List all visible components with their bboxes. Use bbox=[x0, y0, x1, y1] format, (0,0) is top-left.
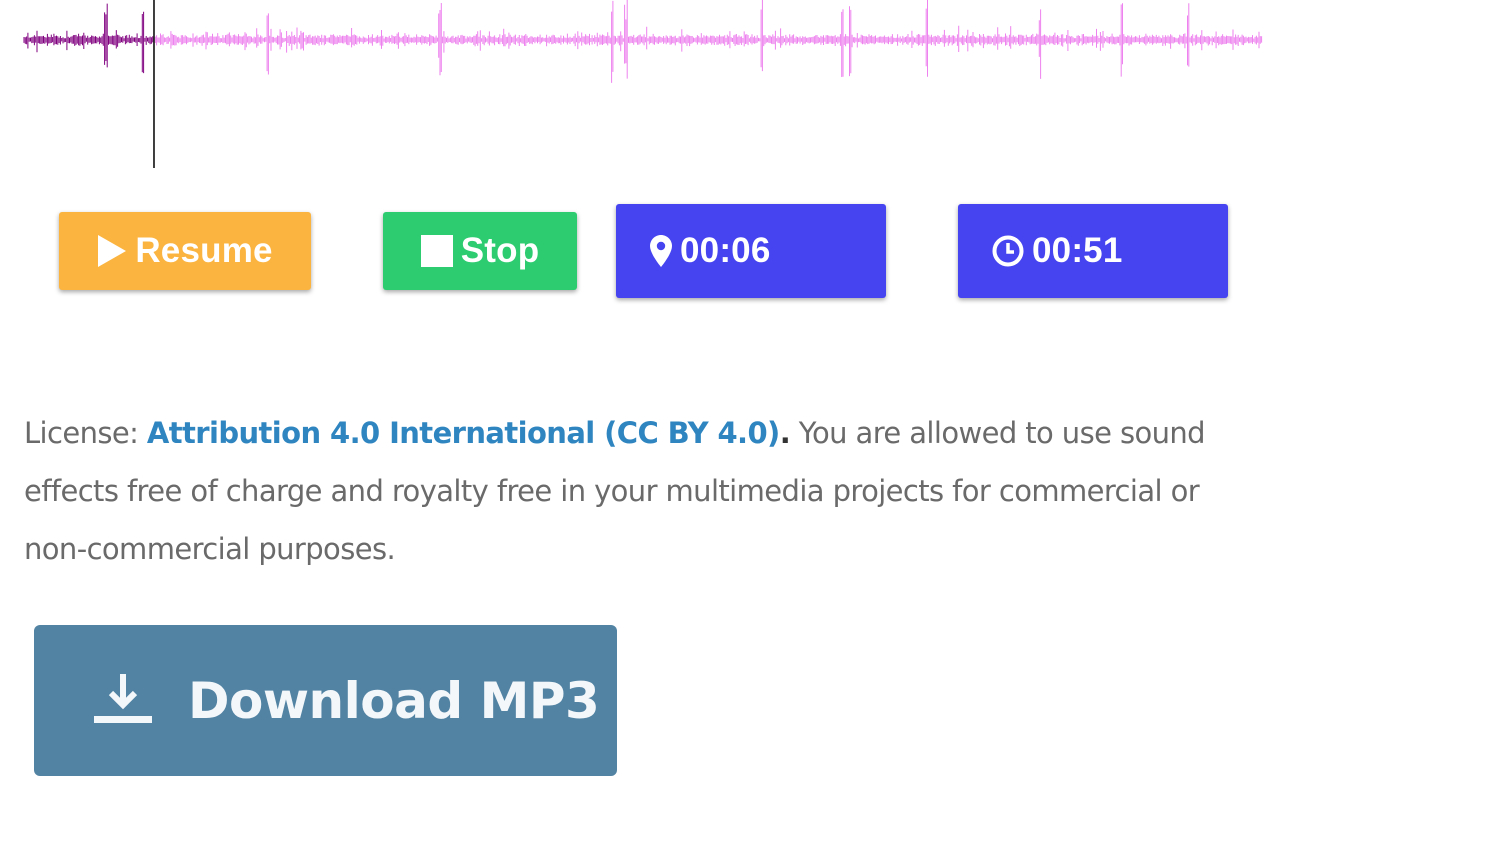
resume-button[interactable]: Resume bbox=[59, 212, 311, 290]
waveform-unplayed bbox=[153, 0, 1263, 83]
stop-label: Stop bbox=[460, 231, 540, 270]
license-text: License: Attribution 4.0 International (… bbox=[24, 404, 1264, 578]
stop-icon bbox=[420, 235, 453, 267]
download-mp3-button[interactable]: Download MP3 bbox=[34, 625, 617, 776]
license-dot: . bbox=[779, 416, 791, 450]
total-duration: 00:51 bbox=[958, 204, 1228, 298]
position-time: 00:06 bbox=[680, 231, 771, 270]
current-position: 00:06 bbox=[616, 204, 886, 298]
audio-waveform[interactable] bbox=[0, 0, 1280, 170]
play-icon bbox=[97, 235, 127, 267]
stop-button[interactable]: Stop bbox=[383, 212, 577, 290]
waveform-played bbox=[23, 3, 154, 74]
resume-label: Resume bbox=[135, 231, 273, 270]
clock-icon bbox=[992, 235, 1024, 267]
duration-time: 00:51 bbox=[1032, 231, 1123, 270]
download-label: Download MP3 bbox=[188, 671, 600, 730]
license-link[interactable]: Attribution 4.0 International (CC BY 4.0… bbox=[147, 416, 780, 450]
download-icon bbox=[94, 673, 152, 728]
map-marker-icon bbox=[650, 235, 672, 267]
license-prefix: License: bbox=[24, 416, 147, 450]
